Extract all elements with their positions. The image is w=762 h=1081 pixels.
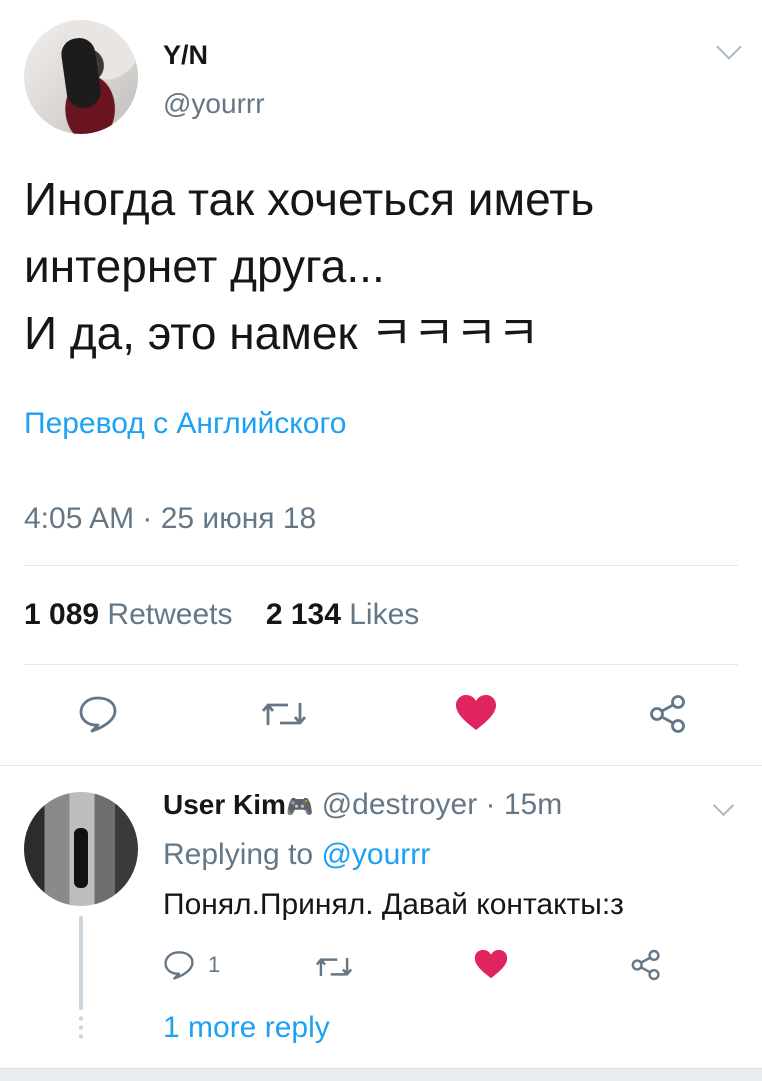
replying-to: Replying to @yourrr — [163, 838, 430, 872]
reply-icon[interactable] — [78, 695, 118, 733]
author-handle[interactable]: @yourrr — [163, 88, 265, 120]
reply-icon[interactable] — [163, 950, 195, 980]
divider — [24, 664, 738, 665]
gamepad-icon: 🎮 — [285, 794, 314, 819]
reply-text: Понял.Принял. Давай контакты:з — [163, 888, 624, 921]
retweets-label[interactable]: Retweets — [107, 598, 232, 631]
reply-count: 1 — [208, 952, 221, 977]
tweet-text-line: интернет друга... — [24, 240, 385, 292]
chevron-down-icon[interactable] — [716, 34, 742, 60]
tweet-timestamp[interactable]: 4:05 AM · 25 июня 18 — [24, 502, 316, 536]
replying-prefix: Replying to — [163, 838, 314, 871]
retweet-icon[interactable] — [316, 953, 352, 981]
translate-link[interactable]: Перевод с Английского — [24, 407, 346, 441]
bottom-separator — [0, 1068, 762, 1081]
divider — [24, 565, 738, 566]
reply-header: User Kim🎮 @destroyer · 15m — [163, 788, 562, 822]
divider — [0, 765, 762, 766]
tweet-text: Иногда так хочеться иметь интернет друга… — [24, 166, 724, 367]
author-avatar[interactable] — [24, 20, 138, 134]
reply-author-handle[interactable]: @destroyer — [322, 788, 478, 821]
replying-handle[interactable]: @yourrr — [321, 838, 430, 871]
retweet-icon[interactable] — [262, 697, 306, 731]
share-icon[interactable] — [630, 949, 662, 981]
heart-icon[interactable] — [474, 949, 508, 980]
chevron-down-icon[interactable] — [712, 794, 735, 817]
retweets-count[interactable]: 1 089 — [24, 598, 99, 631]
author-name[interactable]: Y/N — [163, 40, 208, 71]
thread-line — [79, 916, 83, 1010]
share-icon[interactable] — [648, 694, 688, 734]
heart-icon[interactable] — [455, 694, 497, 732]
thread-dots — [77, 1014, 85, 1040]
reply-time: · 15m — [485, 788, 563, 821]
likes-count[interactable]: 2 134 — [266, 598, 341, 631]
tweet-text-line: Иногда так хочеться иметь — [24, 173, 595, 225]
more-replies-link[interactable]: 1 more reply — [163, 1011, 330, 1045]
reply-author-avatar[interactable] — [24, 792, 138, 906]
likes-label[interactable]: Likes — [349, 598, 419, 631]
reply-author-name[interactable]: User Kim — [163, 789, 286, 820]
tweet-text-line: И да, это намек ㅋㅋㅋㅋ — [24, 307, 540, 359]
tweet-stats: 1 089 Retweets 2 134 Likes — [24, 598, 419, 632]
